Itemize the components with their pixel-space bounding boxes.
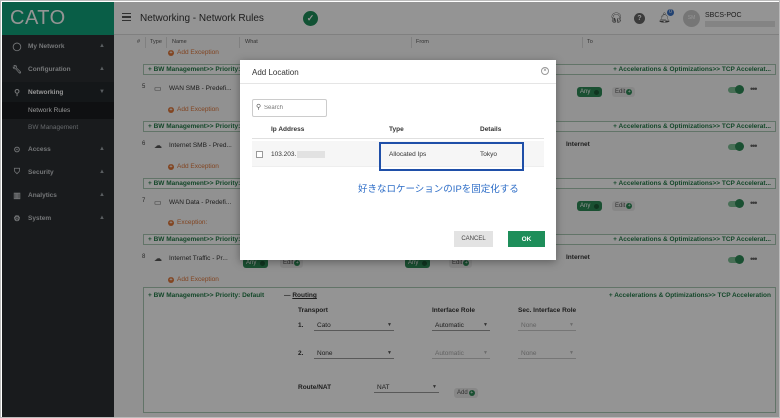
- search-icon: ⚲: [256, 104, 262, 111]
- annotation-highlight: [379, 142, 524, 171]
- annotation-text: 好きなロケーションのIPを固定化する: [358, 184, 519, 195]
- dialog-title: Add Location: [252, 68, 299, 77]
- ip-cell: 103.203.: [271, 151, 326, 158]
- cancel-button[interactable]: CANCEL: [454, 231, 493, 247]
- close-icon[interactable]: ×: [541, 67, 549, 75]
- col-header-type: Type: [389, 126, 404, 133]
- location-table-header: Ip Address Type Details: [252, 121, 544, 139]
- row-checkbox[interactable]: [256, 151, 263, 158]
- search-input[interactable]: [264, 103, 324, 113]
- col-header-ip: Ip Address: [271, 126, 305, 133]
- ip-redacted: [297, 151, 326, 158]
- ok-button[interactable]: OK: [508, 231, 545, 247]
- divider: [240, 83, 556, 84]
- search-box: ⚲: [252, 99, 327, 117]
- app-frame: CATO ◯ My Network ▲ 🔧︎ Configuration ▲ ⚲…: [0, 0, 780, 418]
- col-header-details: Details: [480, 126, 502, 133]
